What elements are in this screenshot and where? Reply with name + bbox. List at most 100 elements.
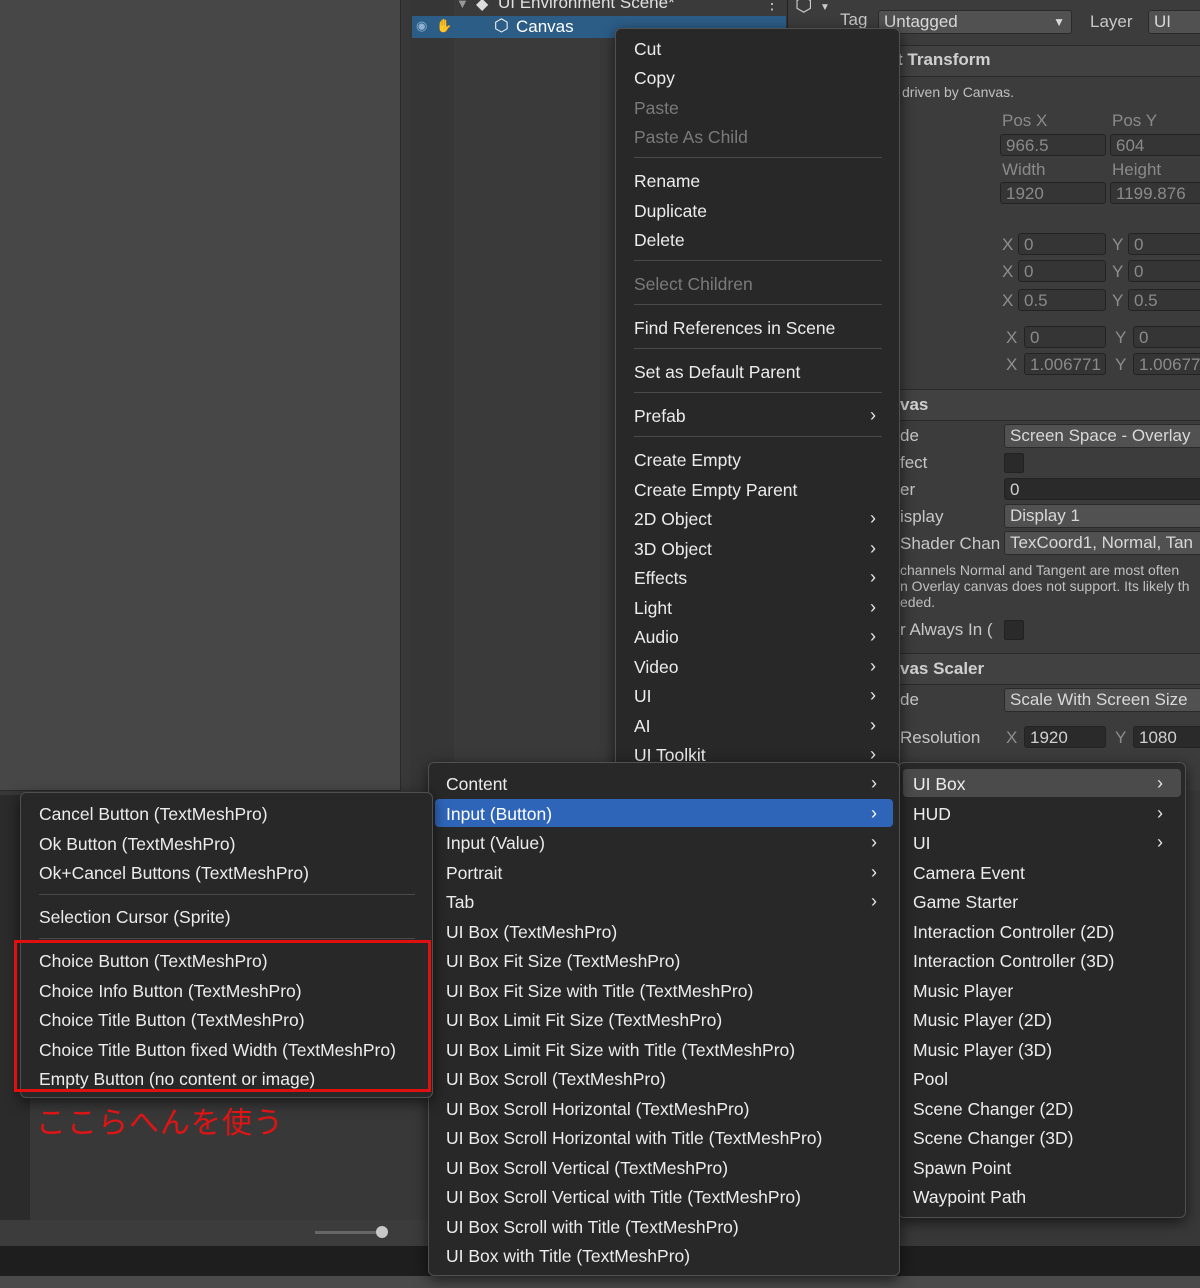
menu-item-2d-object[interactable]: 2D Object	[634, 509, 712, 530]
menu-item-ui-box-scroll-title[interactable]: UI Box Scroll with Title (TextMeshPro)	[446, 1217, 739, 1238]
menu-item-music-player-2d[interactable]: Music Player (2D)	[913, 1010, 1052, 1031]
menu-item-find-references[interactable]: Find References in Scene	[634, 318, 835, 339]
rotation-x-field[interactable]: 0	[1024, 326, 1106, 348]
menu-item-set-default-parent[interactable]: Set as Default Parent	[634, 362, 800, 383]
height-field[interactable]: 1199.876	[1110, 182, 1200, 204]
menu-item-ui-box-fit-size[interactable]: UI Box Fit Size (TextMeshPro)	[446, 951, 680, 972]
menu-item-video[interactable]: Video	[634, 657, 678, 678]
menu-item-pool[interactable]: Pool	[913, 1069, 948, 1090]
anchor-max-x-field[interactable]: 0	[1018, 260, 1106, 282]
menu-item-ui[interactable]: UI	[634, 686, 652, 707]
shader-channels-dropdown[interactable]: TexCoord1, Normal, Tan	[1004, 531, 1200, 555]
menu-item-portrait[interactable]: Portrait	[446, 863, 502, 884]
zoom-slider[interactable]	[315, 1231, 385, 1234]
menu-item-camera-event[interactable]: Camera Event	[913, 863, 1025, 884]
menu-item-ui-box-scroll-vertical-title[interactable]: UI Box Scroll Vertical with Title (TextM…	[446, 1187, 801, 1208]
scene-view[interactable]	[0, 0, 401, 791]
menu-item-interaction-controller-3d[interactable]: Interaction Controller (3D)	[913, 951, 1114, 972]
render-mode-label: de	[900, 426, 919, 445]
menu-item-effects[interactable]: Effects	[634, 568, 687, 589]
scene-title: UI Environment Scene*	[498, 0, 675, 12]
anchor-max-y-label: Y	[1112, 262, 1124, 281]
reference-resolution-label: Resolution	[900, 728, 981, 747]
chevron-right-icon: ›	[871, 803, 877, 823]
menu-item-audio[interactable]: Audio	[634, 627, 679, 648]
menu-item-ui-box-limit-fit-size[interactable]: UI Box Limit Fit Size (TextMeshPro)	[446, 1010, 722, 1031]
width-field[interactable]: 1920	[1000, 182, 1106, 204]
layer-dropdown[interactable]: UI	[1148, 10, 1200, 34]
menu-item-select-children[interactable]: Select Children	[634, 274, 753, 295]
zoom-slider-handle[interactable]	[376, 1226, 388, 1238]
menu-item-waypoint-path[interactable]: Waypoint Path	[913, 1187, 1026, 1208]
menu-item-rename[interactable]: Rename	[634, 171, 700, 192]
gameobject-icon: ⬡	[795, 0, 813, 16]
menu-item-copy[interactable]: Copy	[634, 68, 675, 89]
chevron-right-icon: ›	[870, 715, 876, 735]
menu-item-ui-box-with-title[interactable]: UI Box with Title (TextMeshPro)	[446, 1246, 690, 1267]
menu-item-music-player[interactable]: Music Player	[913, 981, 1013, 1002]
menu-item-paste-as-child[interactable]: Paste As Child	[634, 127, 748, 148]
menu-item-ok-button[interactable]: Ok Button (TextMeshPro)	[39, 834, 235, 855]
anchor-max-y-field[interactable]: 0	[1128, 260, 1200, 282]
ui-scale-mode-dropdown[interactable]: Scale With Screen Size	[1004, 688, 1200, 712]
menu-item-hud[interactable]: HUD	[913, 804, 951, 825]
resolution-y-field[interactable]: 1080	[1133, 726, 1200, 748]
menu-item-game-starter[interactable]: Game Starter	[913, 892, 1018, 913]
rotation-y-field[interactable]: 0	[1133, 326, 1200, 348]
menu-item-ai[interactable]: AI	[634, 716, 651, 737]
menu-item-prefab[interactable]: Prefab	[634, 406, 686, 427]
menu-item-ui-box-fit-size-title[interactable]: UI Box Fit Size with Title (TextMeshPro)	[446, 981, 753, 1002]
layer-value: UI	[1154, 12, 1171, 31]
resolution-x-field[interactable]: 1920	[1024, 726, 1106, 748]
menu-item-ui-box-scroll-horizontal[interactable]: UI Box Scroll Horizontal (TextMeshPro)	[446, 1099, 749, 1120]
menu-item-interaction-controller-2d[interactable]: Interaction Controller (2D)	[913, 922, 1114, 943]
anchor-min-y-field[interactable]: 0	[1128, 233, 1200, 255]
pos-y-field[interactable]: 604	[1110, 134, 1200, 156]
sort-order-field[interactable]: 0	[1004, 478, 1200, 500]
anchor-min-x-field[interactable]: 0	[1018, 233, 1106, 255]
pos-x-field[interactable]: 966.5	[1000, 134, 1106, 156]
menu-item-ok-cancel-buttons[interactable]: Ok+Cancel Buttons (TextMeshPro)	[39, 863, 309, 884]
target-display-dropdown[interactable]: Display 1	[1004, 504, 1200, 528]
menu-item-tab[interactable]: Tab	[446, 892, 474, 913]
menu-item-create-empty-parent[interactable]: Create Empty Parent	[634, 480, 797, 501]
unity-scene-icon: ◆	[476, 0, 489, 13]
menu-item-light[interactable]: Light	[634, 598, 672, 619]
pivot-x-field[interactable]: 0.5	[1018, 289, 1106, 311]
visibility-eye-icon[interactable]: ◉	[416, 18, 427, 34]
menu-item-cancel-button[interactable]: Cancel Button (TextMeshPro)	[39, 804, 268, 825]
menu-item-scene-changer-2d[interactable]: Scene Changer (2D)	[913, 1099, 1074, 1120]
scene-menu-icon[interactable]: ⋮	[764, 0, 780, 14]
menu-item-scene-changer-3d[interactable]: Scene Changer (3D)	[913, 1128, 1074, 1149]
menu-item-paste[interactable]: Paste	[634, 98, 679, 119]
menu-item-cut[interactable]: Cut	[634, 39, 661, 60]
menu-item-content[interactable]: Content	[446, 774, 507, 795]
vertex-color-checkbox[interactable]	[1004, 620, 1024, 640]
menu-item-selection-cursor[interactable]: Selection Cursor (Sprite)	[39, 907, 231, 928]
menu-item-input-button[interactable]: Input (Button)	[446, 804, 552, 825]
menu-item-ui-box-scroll-vertical[interactable]: UI Box Scroll Vertical (TextMeshPro)	[446, 1158, 728, 1179]
menu-item-3d-object[interactable]: 3D Object	[634, 539, 712, 560]
menu-item-ui-box-scroll[interactable]: UI Box Scroll (TextMeshPro)	[446, 1069, 666, 1090]
menu-item-ui-box-tmp[interactable]: UI Box (TextMeshPro)	[446, 922, 617, 943]
menu-item-ui[interactable]: UI	[913, 833, 931, 854]
menu-item-spawn-point[interactable]: Spawn Point	[913, 1158, 1011, 1179]
tag-dropdown[interactable]: Untagged ▼	[878, 10, 1072, 34]
menu-item-duplicate[interactable]: Duplicate	[634, 201, 707, 222]
pixel-perfect-checkbox[interactable]	[1004, 453, 1024, 473]
menu-item-delete[interactable]: Delete	[634, 230, 685, 251]
render-mode-dropdown[interactable]: Screen Space - Overlay	[1004, 424, 1200, 448]
scale-x-field[interactable]: 1.006771	[1024, 353, 1106, 375]
icon-dropdown-icon[interactable]: ▼	[820, 2, 830, 13]
foldout-arrow-icon[interactable]: ▼	[456, 0, 469, 11]
menu-separator	[39, 894, 415, 895]
menu-item-ui-box-scroll-horizontal-title[interactable]: UI Box Scroll Horizontal with Title (Tex…	[446, 1128, 822, 1149]
menu-item-ui-box-limit-fit-size-title[interactable]: UI Box Limit Fit Size with Title (TextMe…	[446, 1040, 795, 1061]
menu-item-ui-box[interactable]: UI Box	[913, 774, 966, 795]
menu-item-input-value[interactable]: Input (Value)	[446, 833, 545, 854]
pickable-hand-icon[interactable]: ✋	[436, 18, 452, 34]
menu-item-create-empty[interactable]: Create Empty	[634, 450, 741, 471]
menu-item-music-player-3d[interactable]: Music Player (3D)	[913, 1040, 1052, 1061]
scale-y-field[interactable]: 1.00677	[1133, 353, 1200, 375]
pivot-y-field[interactable]: 0.5	[1128, 289, 1200, 311]
